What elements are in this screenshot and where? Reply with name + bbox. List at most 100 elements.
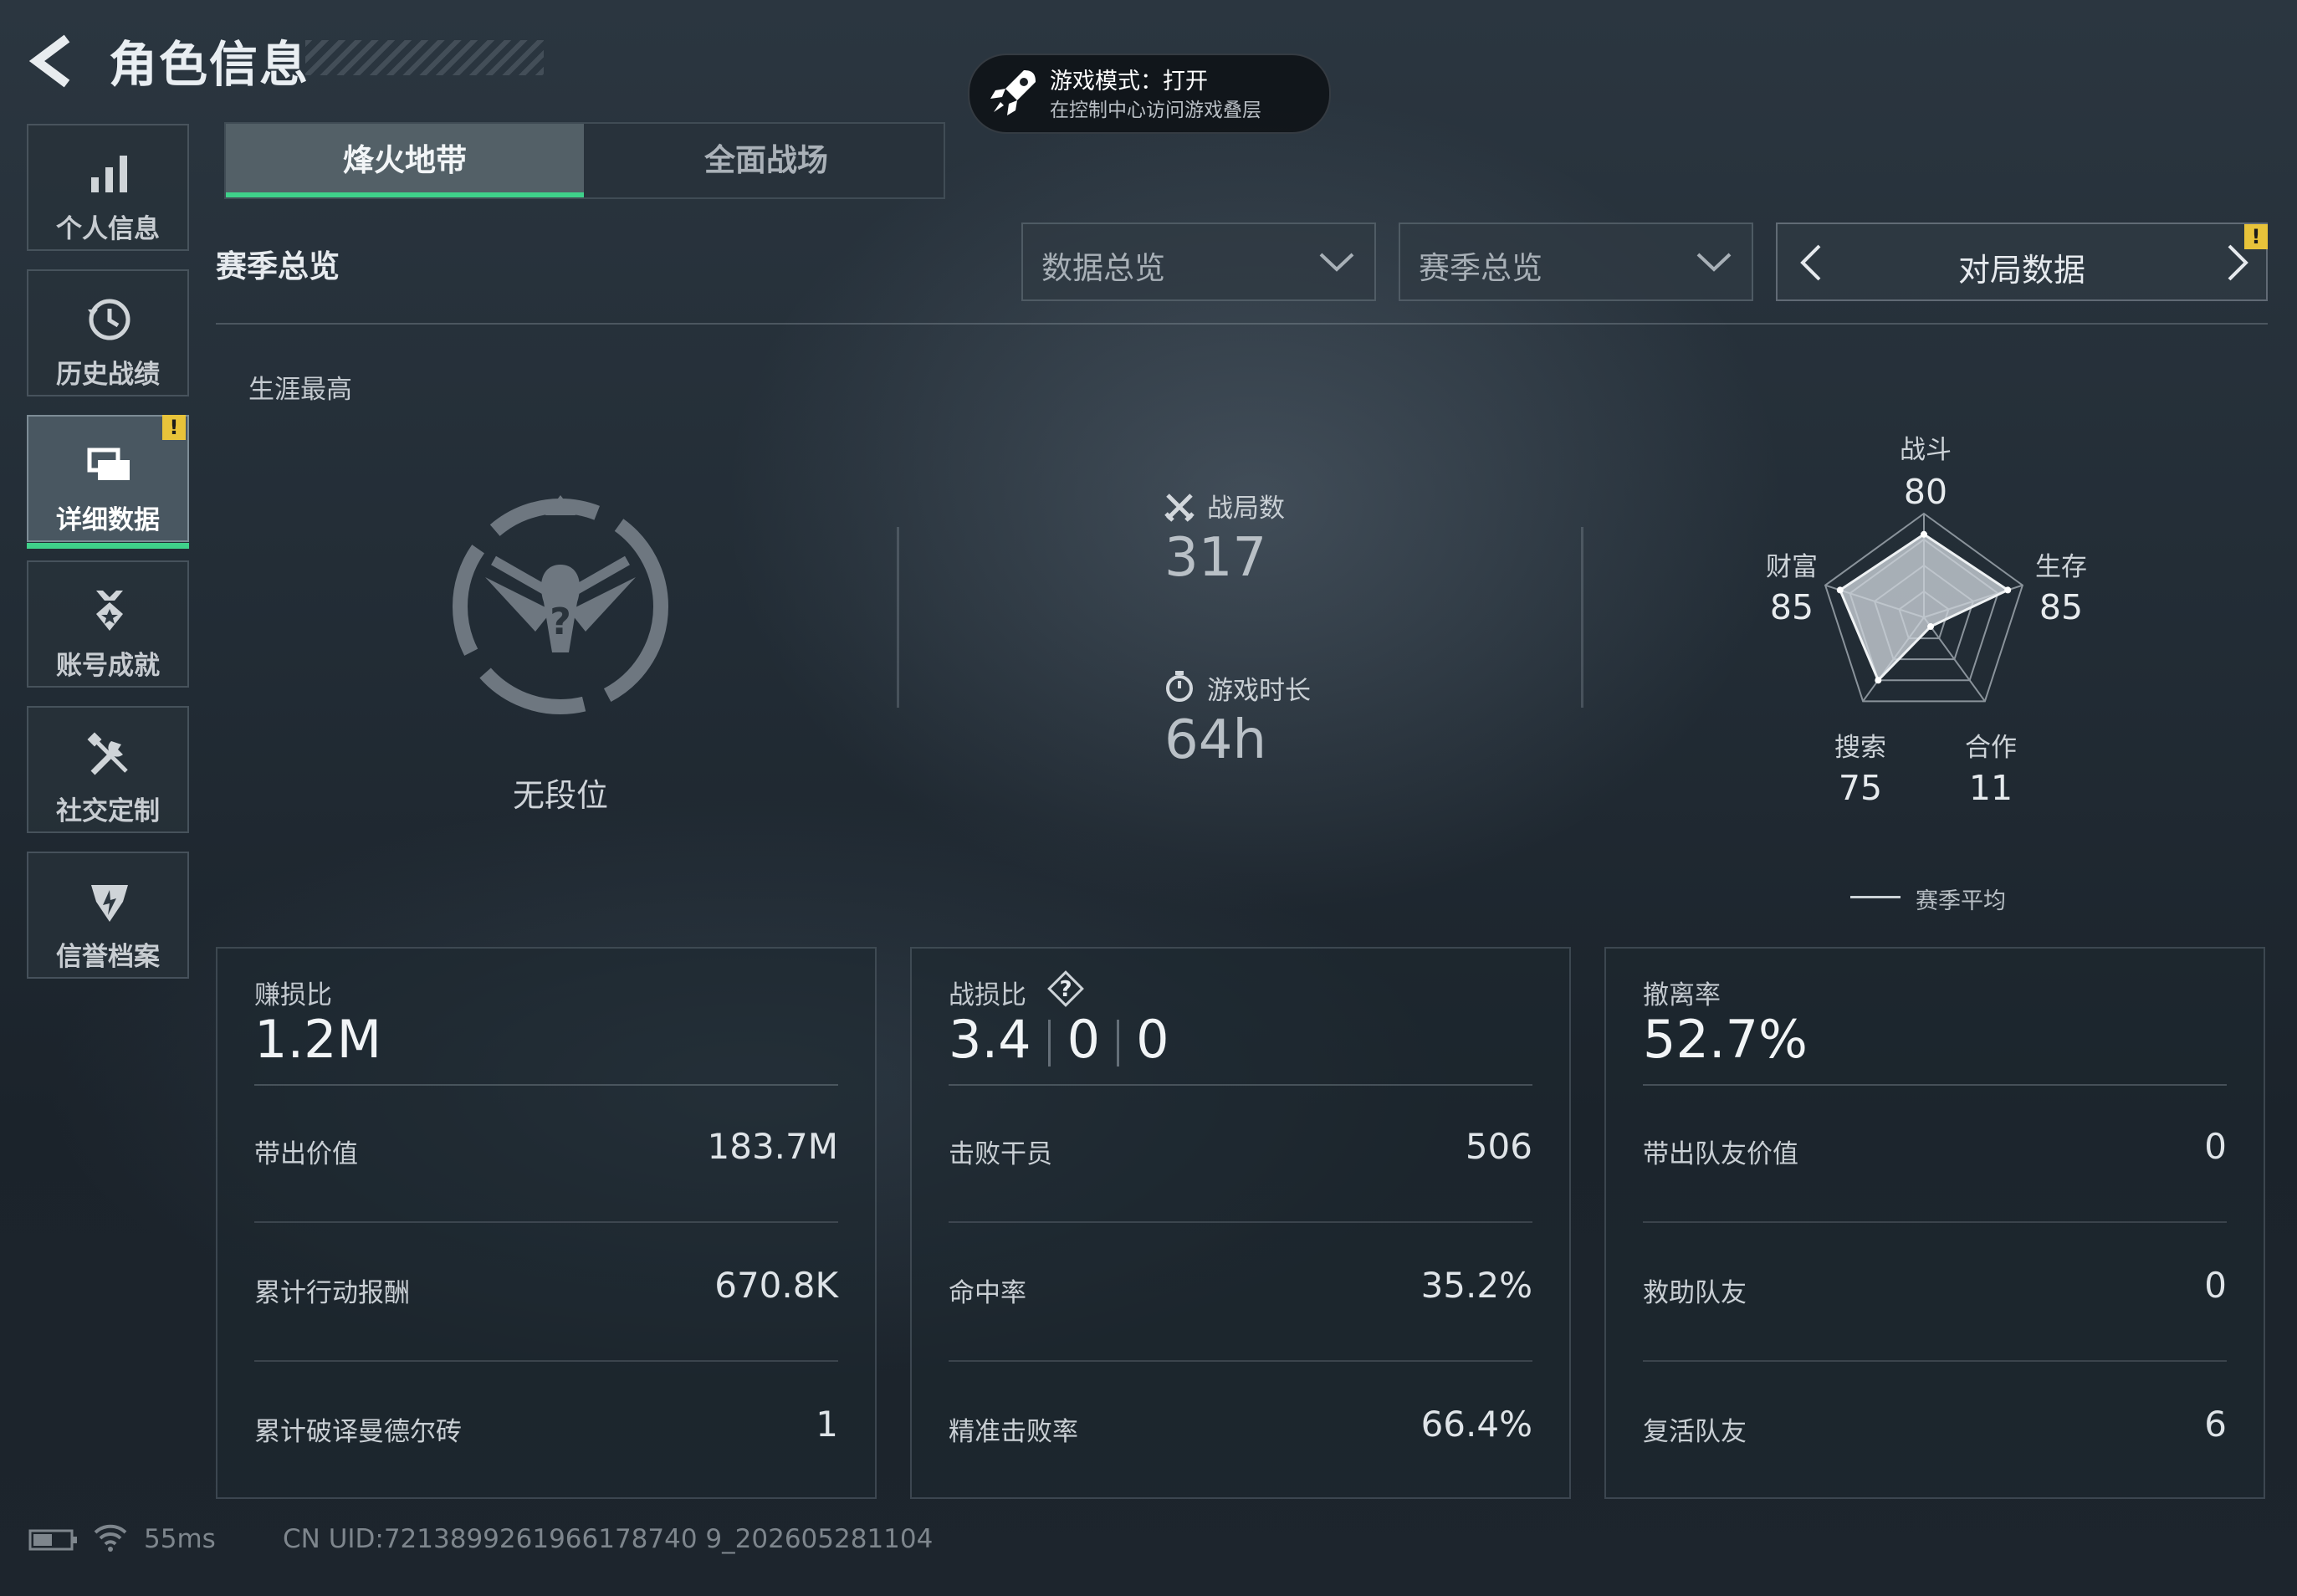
matches-label: 战局数 [1207, 494, 1285, 524]
stat-row-label: 带出队友价值 [1643, 1139, 1798, 1169]
playtime-label: 游戏时长 [1207, 676, 1311, 706]
value-separator [1117, 1019, 1120, 1067]
kd-tertiary-value: 0 [1136, 1009, 1169, 1070]
card-divider [949, 1084, 1532, 1086]
warning-badge: ! [2244, 224, 2268, 249]
card-header-label: 战损比 [949, 980, 1026, 1010]
card-header-value: 1.2M [254, 1009, 382, 1070]
mode-tabs: 烽火地带 全面战场 [224, 122, 945, 199]
row-divider [1643, 1360, 2227, 1362]
help-mark: ? [1059, 977, 1072, 1002]
crossed-swords-icon [1164, 494, 1195, 522]
card-header-value: 3.4 0 0 [949, 1009, 1169, 1070]
stat-row-label: 击败干员 [949, 1139, 1052, 1169]
card-header-value: 52.7% [1643, 1009, 1808, 1070]
sidebar-item-label: 社交定制 [56, 796, 160, 826]
stat-row-label: 累计破译曼德尔砖 [254, 1417, 462, 1447]
rank-label: 无段位 [512, 777, 608, 814]
sidebar-item-label: 个人信息 [56, 214, 160, 244]
help-icon[interactable]: ? [1047, 970, 1084, 1007]
stat-row-label: 带出价值 [254, 1139, 358, 1169]
stat-row-label: 复活队友 [1643, 1417, 1747, 1447]
card-header-label: 撤离率 [1643, 980, 1721, 1010]
card-header-label: 赚损比 [254, 980, 332, 1010]
radar-point [1921, 530, 1927, 538]
row-divider [254, 1221, 838, 1223]
career-best-label: 生涯最高 [248, 375, 352, 405]
match-data-pager: 对局数据 ! [1776, 223, 2268, 301]
stat-row-label: 救助队友 [1643, 1278, 1747, 1308]
radar-value-search: 75 [1838, 768, 1883, 808]
radar-point [1927, 623, 1935, 631]
stat-row-value: 0 [2204, 1126, 2227, 1167]
rank-emblem-icon: ? [453, 495, 668, 714]
section-divider [216, 323, 2268, 325]
stat-row-value: 6 [2204, 1404, 2227, 1445]
stat-row-value: 183.7M [707, 1126, 838, 1167]
row-divider [949, 1360, 1532, 1362]
bar-chart-icon [91, 156, 127, 192]
sidebar-item-achievements[interactable]: 账号成就 [27, 560, 189, 688]
radar-label-survival: 生存 [2035, 552, 2087, 582]
title-decoration [305, 40, 544, 75]
sidebar-item-label: 信誉档案 [56, 942, 160, 972]
row-divider [949, 1221, 1532, 1223]
dropdown-label: 数据总览 [1041, 250, 1165, 286]
pager-label: 对局数据 [1957, 252, 2085, 289]
sidebar-item-label: 详细数据 [56, 505, 160, 535]
battery-icon [28, 1529, 77, 1551]
stat-row-value: 506 [1465, 1126, 1532, 1167]
radar-value-combat: 80 [1903, 472, 1948, 512]
legend-label: 赛季平均 [1916, 888, 2006, 914]
matches-value: 317 [1164, 527, 1267, 589]
radar-label-search: 搜索 [1834, 733, 1886, 763]
stat-row-value: 0 [2204, 1265, 2227, 1306]
radar-value-wealth: 85 [1769, 587, 1814, 627]
card-divider [254, 1084, 838, 1086]
cards-icon [87, 448, 130, 480]
page-title: 角色信息 [109, 36, 310, 93]
kd-ratio-value: 3.4 [949, 1009, 1031, 1070]
sidebar-item-social-custom[interactable]: 社交定制 [27, 706, 189, 833]
wifi-icon [94, 1524, 127, 1552]
radar-point [1875, 677, 1882, 684]
tab-warzone[interactable]: 烽火地带 [226, 124, 584, 197]
data-overview-dropdown[interactable]: 数据总览 [1021, 223, 1376, 301]
profit-loss-card: 赚损比 1.2M 带出价值 183.7M 累计行动报酬 670.8K 累计破译曼… [216, 947, 877, 1499]
value-separator [1047, 1019, 1051, 1067]
section-title: 赛季总览 [216, 248, 340, 284]
vertical-divider [897, 527, 899, 708]
radar-label-combat: 战斗 [1900, 435, 1952, 465]
stat-row-value: 66.4% [1420, 1404, 1532, 1445]
chevron-down-icon [1319, 253, 1354, 272]
tab-battlefield[interactable]: 全面战场 [587, 124, 945, 197]
warning-badge: ! [162, 415, 186, 440]
stat-row-label: 命中率 [949, 1278, 1026, 1308]
back-arrow-icon [28, 34, 70, 88]
radar-value-teamwork: 11 [1968, 768, 2013, 808]
sidebar-item-profile[interactable]: 个人信息 [27, 124, 189, 251]
svg-text:?: ? [550, 601, 571, 643]
history-icon [88, 299, 130, 340]
back-button[interactable] [25, 32, 84, 90]
rocket-icon [990, 70, 1036, 115]
row-divider [1643, 1221, 2227, 1223]
sidebar-item-history[interactable]: 历史战绩 [27, 269, 189, 396]
radar-label-wealth: 财富 [1766, 552, 1818, 582]
sidebar-item-reputation[interactable]: 信誉档案 [27, 852, 189, 979]
row-divider [254, 1360, 838, 1362]
vertical-divider [1581, 527, 1583, 708]
game-mode-subtitle: 在控制中心访问游戏叠层 [1050, 100, 1261, 121]
sidebar-item-detailed-data[interactable]: 详细数据 ! [27, 415, 189, 549]
kd-secondary-value: 0 [1067, 1009, 1101, 1070]
dropdown-label: 赛季总览 [1419, 250, 1542, 286]
user-uid: CN UID:7213899261966178740 9_20260528110… [283, 1524, 934, 1554]
stat-row-label: 累计行动报酬 [254, 1278, 410, 1308]
stat-row-value: 35.2% [1420, 1265, 1532, 1306]
sidebar-item-label: 历史战绩 [56, 360, 160, 390]
season-overview-dropdown[interactable]: 赛季总览 [1399, 223, 1753, 301]
chevron-down-icon [1696, 253, 1732, 272]
latency-readout: 55ms [144, 1524, 216, 1554]
playtime-value: 64h [1164, 709, 1266, 771]
radar-label-teamwork: 合作 [1965, 733, 2017, 763]
